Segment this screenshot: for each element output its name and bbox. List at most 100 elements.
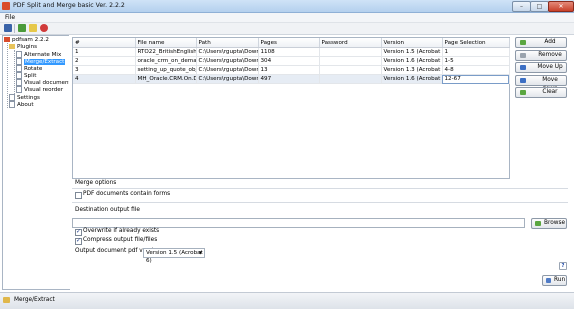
header-password[interactable]: Password — [319, 38, 382, 48]
open-icon[interactable] — [18, 24, 26, 32]
minimize-button[interactable]: – — [512, 1, 531, 12]
merge-options-title: Merge options — [75, 180, 117, 186]
compress-checkbox[interactable] — [75, 237, 82, 245]
pdf-version-select[interactable]: Version 1.5 (Acrobat 6) ▼ — [143, 248, 205, 264]
help-icon[interactable]: ? — [559, 262, 567, 270]
menu-file[interactable]: File — [5, 14, 15, 21]
status-text: Merge/Extract — [14, 297, 55, 303]
page-icon — [16, 72, 22, 79]
cell-path: C:\Users\rgupta\Downlo... — [196, 74, 259, 84]
compress-label: Compress output file/files — [83, 237, 158, 243]
status-bar: Merge/Extract — [0, 292, 574, 309]
page-icon — [9, 94, 15, 101]
overwrite-checkbox[interactable] — [75, 228, 82, 236]
toolbar-separator — [14, 24, 15, 33]
cell-index: 3 — [73, 65, 136, 75]
pdfsam-app-icon — [2, 2, 10, 10]
add-icon — [520, 40, 526, 45]
arrow-up-icon — [520, 65, 526, 70]
save-icon[interactable] — [4, 24, 12, 32]
stop-icon[interactable] — [40, 24, 48, 32]
header-path[interactable]: Path — [196, 38, 259, 48]
cell-password[interactable] — [319, 47, 382, 57]
cell-pages: 497 — [258, 74, 320, 84]
env-icon[interactable] — [29, 24, 37, 32]
tree-line — [7, 43, 8, 108]
browse-button[interactable]: Browse — [531, 218, 567, 229]
cell-file-name: setting_up_quote_object_... — [135, 65, 197, 75]
cell-page-selection[interactable]: 1 — [442, 47, 510, 57]
header-file-name[interactable]: File name — [135, 38, 197, 48]
pdf-forms-checkbox[interactable] — [75, 192, 82, 199]
table-row-selected[interactable]: 4 MH_Oracle.CRM.On.De... C:\Users\rgupta… — [73, 74, 510, 84]
folder-icon — [9, 44, 15, 49]
remove-button[interactable]: Remove — [515, 50, 567, 61]
chevron-down-icon: ▼ — [198, 250, 202, 255]
cell-password[interactable] — [319, 56, 382, 66]
cell-file-name: MH_Oracle.CRM.On.De... — [135, 74, 197, 84]
header-version[interactable]: Version — [381, 38, 443, 48]
cell-index: 4 — [73, 74, 136, 84]
folder-icon — [535, 221, 541, 226]
tree-item-visual-reorder[interactable]: Visual reorder — [16, 86, 63, 94]
cell-path: C:\Users\rgupta\Downlo... — [196, 65, 259, 75]
table-row[interactable]: 1 RTO22_BritishEnglish1.pdf C:\Users\rgu… — [73, 47, 510, 57]
arrow-down-icon — [520, 78, 526, 83]
add-button[interactable]: Add — [515, 37, 567, 48]
run-button[interactable]: Run — [542, 275, 567, 286]
clear-icon — [520, 90, 526, 95]
destination-title: Destination output file — [75, 207, 140, 213]
file-table-grid: # File name Path Pages Password Version … — [73, 38, 510, 84]
maximize-button[interactable]: □ — [530, 1, 549, 12]
cell-password[interactable] — [319, 65, 382, 75]
header-page-selection[interactable]: Page Selection — [442, 38, 510, 48]
cell-page-selection[interactable]: 4-8 — [442, 65, 510, 75]
close-button[interactable]: ✕ — [548, 1, 574, 12]
plugin-tree: pdfsam 2.2.2 Plugins Alternate Mix Merge… — [2, 35, 78, 290]
clear-button[interactable]: Clear — [515, 87, 567, 98]
remove-icon — [520, 53, 526, 58]
cell-index: 1 — [73, 47, 136, 57]
cell-password[interactable] — [319, 74, 382, 84]
page-icon — [16, 65, 22, 72]
page-icon — [16, 86, 22, 93]
menu-bar: File — [0, 13, 574, 23]
table-row[interactable]: 3 setting_up_quote_object_... C:\Users\r… — [73, 65, 510, 75]
cell-version: Version 1.5 (Acrobat 6) — [381, 47, 443, 57]
pdfsam-icon — [4, 37, 10, 42]
page-icon — [16, 51, 22, 58]
page-icon — [16, 79, 22, 86]
divider — [72, 202, 568, 203]
tree-line — [14, 50, 15, 94]
cell-pages: 13 — [258, 65, 320, 75]
cell-pages: 1108 — [258, 47, 320, 57]
page-icon — [9, 101, 15, 108]
move-down-button[interactable]: Move down — [515, 75, 567, 92]
cell-index: 2 — [73, 56, 136, 66]
tree-plugins[interactable]: Plugins — [9, 44, 37, 51]
cell-page-selection-editing[interactable]: 12-67 — [442, 74, 510, 84]
cell-version: Version 1.6 (Acrobat 7) — [381, 74, 443, 84]
title-bar: PDF Split and Merge basic Ver. 2.2.2 – □… — [0, 0, 574, 13]
cell-version: Version 1.3 (Acrobat 4) — [381, 65, 443, 75]
cell-version: Version 1.6 (Acrobat 7) — [381, 56, 443, 66]
cell-page-selection[interactable]: 1-5 — [442, 56, 510, 66]
header-pages[interactable]: Pages — [258, 38, 320, 48]
window-title: PDF Split and Merge basic Ver. 2.2.2 — [13, 2, 125, 9]
toolbar — [0, 23, 574, 35]
cell-pages: 304 — [258, 56, 320, 66]
destination-file-input[interactable] — [72, 218, 525, 228]
cell-file-name: RTO22_BritishEnglish1.pdf — [135, 47, 197, 57]
table-header: # File name Path Pages Password Version … — [73, 38, 510, 48]
table-row[interactable]: 2 oracle_crm_on_demand_... C:\Users\rgup… — [73, 56, 510, 66]
cell-path: C:\Users\rgupta\Downlo... — [196, 47, 259, 57]
header-index[interactable]: # — [73, 38, 136, 48]
tree-about[interactable]: About — [9, 101, 34, 109]
pdf-forms-label: PDF documents contain forms — [83, 191, 171, 197]
tree-root[interactable]: pdfsam 2.2.2 — [4, 37, 49, 44]
file-table[interactable]: # File name Path Pages Password Version … — [72, 37, 510, 179]
divider — [72, 188, 568, 189]
move-up-button[interactable]: Move Up — [515, 62, 567, 73]
status-icon — [3, 297, 10, 303]
page-icon — [16, 58, 22, 65]
